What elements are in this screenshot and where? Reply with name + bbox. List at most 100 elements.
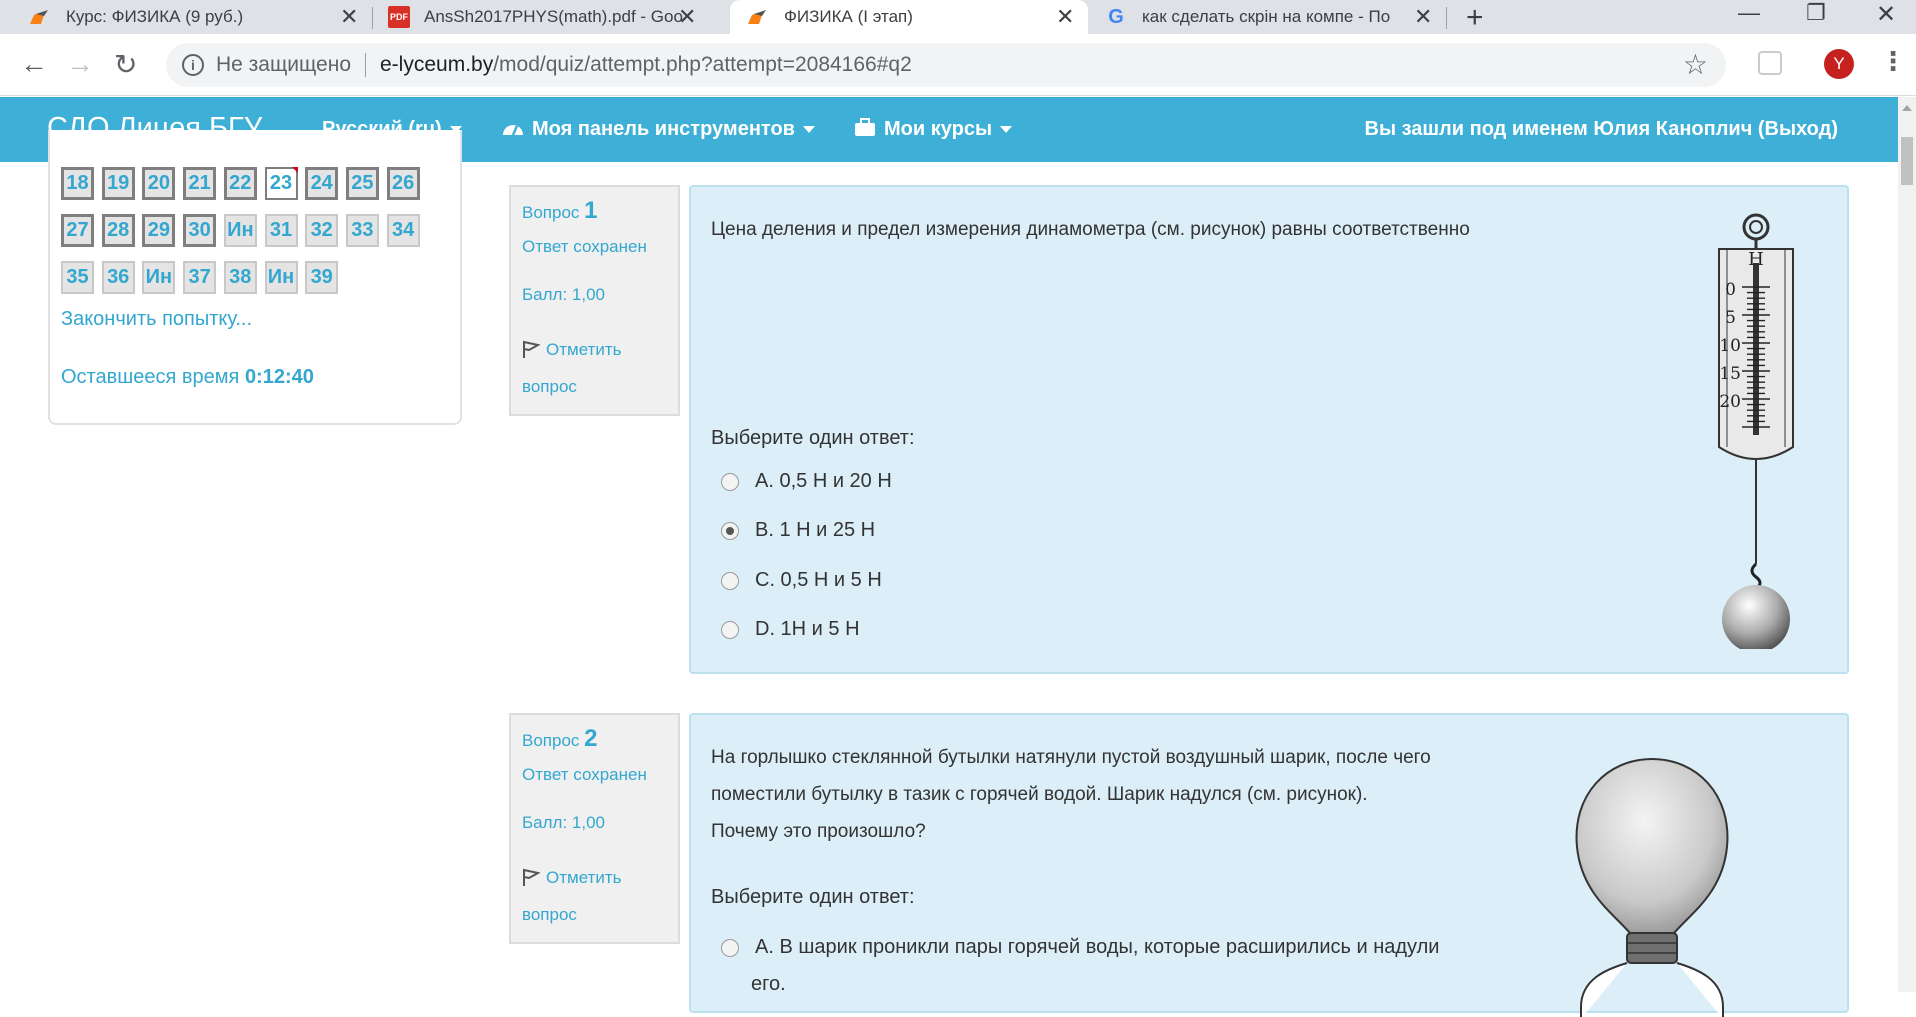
- user-login-info[interactable]: Вы зашли под именем Юлия Каноплич (Выход…: [1365, 118, 1839, 141]
- quiz-nav-button[interactable]: 24: [305, 167, 339, 200]
- tab-course[interactable]: Курс: ФИЗИКА (9 руб.) ✕: [28, 0, 358, 34]
- question-info-1: Вопрос 1 Ответ сохранен Балл: 1,00 Отмет…: [509, 185, 680, 416]
- flag-icon: [523, 868, 541, 886]
- quiz-nav-button[interactable]: 20: [142, 167, 176, 200]
- url-path: /mod/quiz/attempt.php?attempt=2084166#q2: [493, 53, 912, 76]
- quiz-nav-button[interactable]: 37: [183, 261, 217, 294]
- answer-option-b[interactable]: B. 1 Н и 25 Н: [721, 519, 875, 542]
- answer-label: C. 0,5 Н и 5 Н: [755, 569, 882, 591]
- dynamometer-tick-label: 10: [1719, 336, 1741, 356]
- scroll-thumb[interactable]: [1901, 137, 1913, 185]
- caret-down-icon: [1000, 126, 1013, 134]
- question-status: Ответ сохранен: [522, 765, 647, 784]
- quiz-nav-button[interactable]: 35: [61, 261, 94, 294]
- bookmark-star-icon[interactable]: ☆: [1683, 48, 1708, 81]
- minimize-button[interactable]: —: [1738, 0, 1760, 26]
- tab-title: Курс: ФИЗИКА (9 руб.): [66, 7, 244, 26]
- dynamometer-tick-label: 20: [1719, 392, 1741, 412]
- tab-quiz-active[interactable]: ФИЗИКА (I этап) ✕: [730, 0, 1088, 34]
- question-text-line: На горлышко стеклянной бутылки натянули …: [711, 747, 1431, 768]
- question-status: Ответ сохранен: [522, 237, 647, 256]
- question-text: Цена деления и предел измерения динамоме…: [711, 219, 1470, 240]
- quiz-nav-button[interactable]: 32: [305, 214, 339, 247]
- quiz-nav-button[interactable]: 18: [61, 167, 94, 200]
- flag-question-link[interactable]: Отметить вопрос: [522, 859, 667, 933]
- menu-icon[interactable]: ⋮: [1880, 46, 1906, 77]
- tab-separator: [1446, 7, 1447, 29]
- answer-option-c[interactable]: C. 0,5 Н и 5 Н: [721, 569, 882, 592]
- finish-attempt-link[interactable]: Закончить попытку...: [61, 308, 252, 331]
- radio-button[interactable]: [721, 572, 739, 590]
- reload-button[interactable]: ↻: [114, 48, 137, 81]
- radio-button[interactable]: [721, 473, 739, 491]
- question-text: На горлышко стеклянной бутылки натянули …: [711, 739, 1431, 850]
- dashboard-icon: [503, 125, 523, 136]
- quiz-nav-button[interactable]: 23: [264, 167, 298, 200]
- quiz-nav-button[interactable]: 22: [223, 167, 257, 200]
- scroll-up-icon[interactable]: [1902, 105, 1912, 111]
- url-domain: e-lyceum.by: [380, 53, 494, 76]
- page-scrollbar[interactable]: [1898, 97, 1916, 992]
- quiz-nav-button[interactable]: Ин: [264, 261, 298, 294]
- question-number: Вопрос 2: [522, 725, 667, 753]
- forward-button[interactable]: →: [66, 48, 94, 80]
- quiz-nav-button[interactable]: 30: [183, 214, 217, 247]
- quiz-nav-button[interactable]: 39: [305, 261, 339, 294]
- question-score: Балл: 1,00: [522, 285, 605, 304]
- moodle-icon: [28, 7, 52, 27]
- browser-toolbar: ← → ↻ i Не защищено e-lyceum.by /mod/qui…: [0, 34, 1916, 96]
- tab-title: ФИЗИКА (I этап): [784, 7, 913, 26]
- answer-option-d[interactable]: D. 1Н и 5 Н: [721, 618, 860, 641]
- quiz-nav-button[interactable]: 38: [223, 261, 257, 294]
- choose-answer-label: Выберите один ответ:: [711, 886, 915, 908]
- avatar[interactable]: Y: [1824, 49, 1854, 79]
- quiz-nav-button[interactable]: 21: [183, 167, 217, 200]
- close-icon[interactable]: ✕: [340, 4, 358, 30]
- quiz-nav-button[interactable]: 26: [386, 167, 420, 200]
- close-icon[interactable]: ✕: [1414, 4, 1432, 30]
- flag-question-link[interactable]: Отметить вопрос: [522, 331, 667, 405]
- extension-icon[interactable]: [1758, 51, 1782, 75]
- security-label: Не защищено: [216, 53, 351, 76]
- quiz-nav-button[interactable]: Ин: [142, 261, 176, 294]
- back-button[interactable]: ←: [20, 48, 48, 80]
- radio-button[interactable]: [721, 939, 739, 957]
- quiz-nav-button[interactable]: 34: [386, 214, 420, 247]
- window-close-button[interactable]: ✕: [1876, 0, 1896, 29]
- quiz-nav-button[interactable]: 25: [345, 167, 379, 200]
- quiz-nav-button[interactable]: 33: [345, 214, 379, 247]
- quiz-nav-button[interactable]: 31: [264, 214, 298, 247]
- briefcase-icon: [855, 118, 875, 136]
- radio-button-selected[interactable]: [721, 522, 739, 540]
- close-icon[interactable]: ✕: [1056, 4, 1074, 30]
- quiz-nav-button[interactable]: 29: [142, 214, 176, 247]
- time-remaining: Оставшееся время 0:12:40: [61, 366, 314, 389]
- restore-button[interactable]: ❐: [1806, 0, 1826, 26]
- quiz-nav-button[interactable]: 27: [61, 214, 94, 247]
- moodle-icon: [746, 7, 770, 27]
- radio-button[interactable]: [721, 621, 739, 639]
- divider: [365, 53, 366, 77]
- answer-option-a[interactable]: A. 0,5 Н и 20 Н: [721, 470, 892, 493]
- question-label: Вопрос: [522, 731, 580, 750]
- pdf-icon: PDF: [388, 6, 410, 28]
- tab-separator: [372, 7, 373, 29]
- quiz-nav-button[interactable]: Ин: [223, 214, 257, 247]
- flag-icon: [523, 340, 541, 358]
- quiz-nav-button[interactable]: 36: [101, 261, 135, 294]
- question-info-2: Вопрос 2 Ответ сохранен Балл: 1,00 Отмет…: [509, 713, 680, 944]
- address-bar[interactable]: i Не защищено e-lyceum.by /mod/quiz/atte…: [166, 43, 1726, 87]
- quiz-nav-button[interactable]: 19: [101, 167, 135, 200]
- tab-google[interactable]: G как сделать скрін на компе - По ✕: [1104, 0, 1434, 34]
- question-number: Вопрос 1: [522, 197, 667, 225]
- tab-pdf[interactable]: PDF AnsSh2017PHYS(math).pdf - Goo ✕: [388, 0, 698, 34]
- question-num: 2: [584, 725, 598, 752]
- dashboard-menu[interactable]: Моя панель инструментов: [502, 118, 815, 141]
- close-icon[interactable]: ✕: [678, 4, 696, 30]
- choose-answer-label: Выберите один ответ:: [711, 427, 915, 449]
- balloon-bottle-figure: [1575, 757, 1729, 1017]
- quiz-nav-button[interactable]: 28: [101, 214, 135, 247]
- new-tab-button[interactable]: +: [1466, 1, 1484, 35]
- info-icon[interactable]: i: [182, 54, 204, 76]
- my-courses-menu[interactable]: Мои курсы: [854, 118, 1013, 141]
